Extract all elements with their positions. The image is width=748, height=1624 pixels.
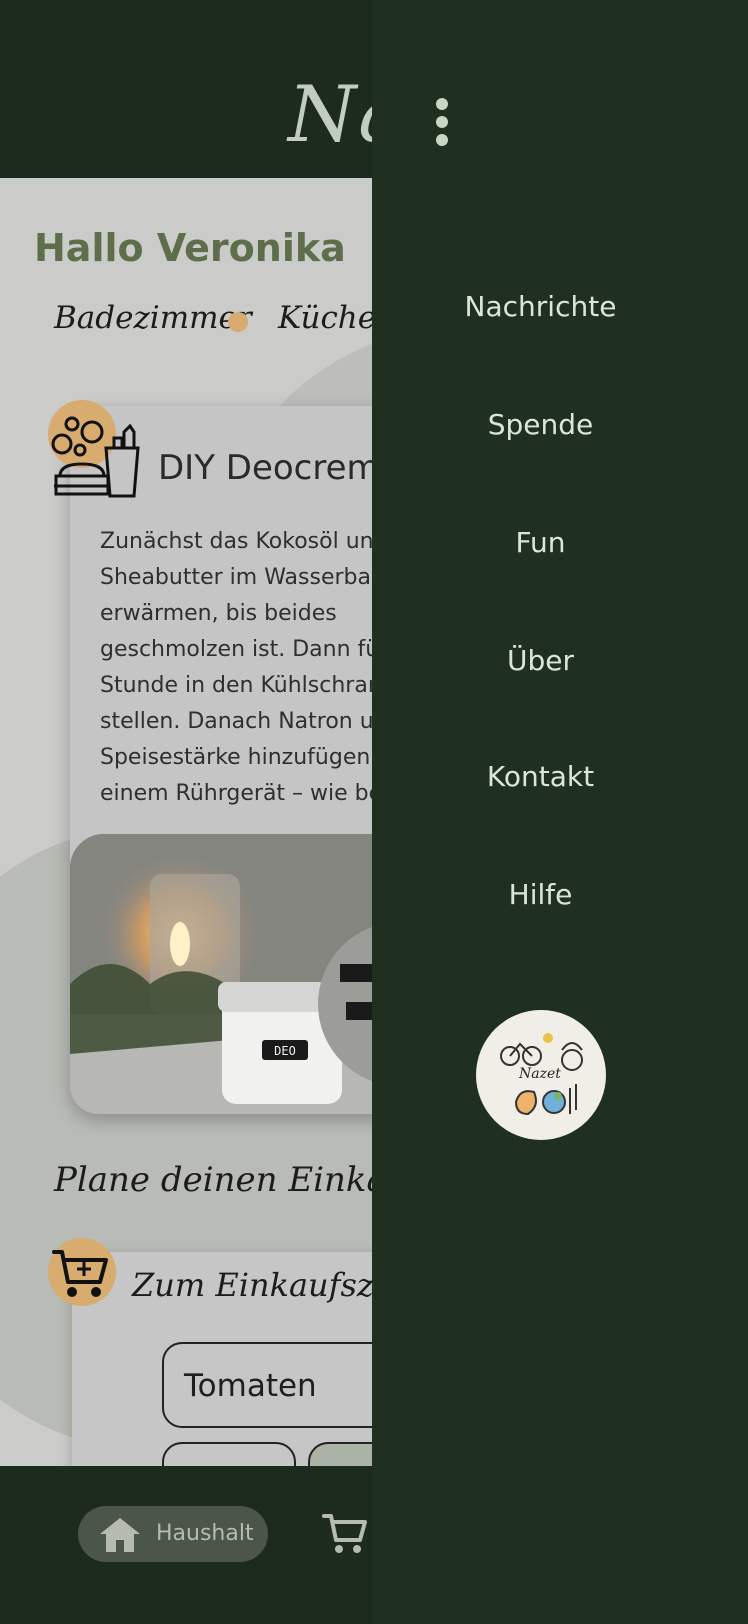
greeting-heading: Hallo Veronika [34, 226, 346, 270]
more-vertical-icon[interactable] [432, 96, 452, 148]
menu-item-kontakt[interactable]: Kontakt [372, 760, 709, 793]
logo-text: Nazet [518, 1066, 561, 1082]
category-selected-dot [228, 312, 248, 332]
menu-item-spende[interactable]: Spende [372, 408, 709, 441]
nav-label-haushalt: Haushalt [156, 1521, 254, 1546]
menu-item-fun[interactable]: Fun [372, 526, 709, 559]
category-badezimmer[interactable]: Badezimmer [54, 300, 252, 336]
shopping-secondary-button[interactable] [162, 1442, 296, 1466]
menu-item-ueber[interactable]: Über [372, 644, 709, 677]
cart-icon[interactable] [322, 1512, 368, 1556]
plan-heading: Plane deinen Einkauf [54, 1160, 422, 1200]
logo-illustration: Nazet [500, 1033, 583, 1116]
category-kueche[interactable]: Küche [278, 300, 376, 336]
menu-item-nachrichten[interactable]: Nachrichte [372, 290, 709, 323]
app-logo-badge[interactable]: Nazet [476, 1010, 606, 1140]
home-icon [100, 1518, 140, 1552]
cart-plus-icon[interactable] [52, 1248, 110, 1300]
app-screen: Na Hallo Veronika Badezimmer Küche DIY D… [0, 0, 748, 1624]
nav-item-haushalt[interactable]: Haushalt [78, 1506, 268, 1562]
navigation-drawer: Nachrichte Spende Fun Über Kontakt Hilfe… [372, 0, 748, 1624]
bathroom-products-icon [51, 416, 140, 498]
recipe-title: DIY Deocreme [158, 448, 401, 488]
menu-item-hilfe[interactable]: Hilfe [372, 878, 709, 911]
photo-jar-label: DEO [274, 1044, 296, 1058]
